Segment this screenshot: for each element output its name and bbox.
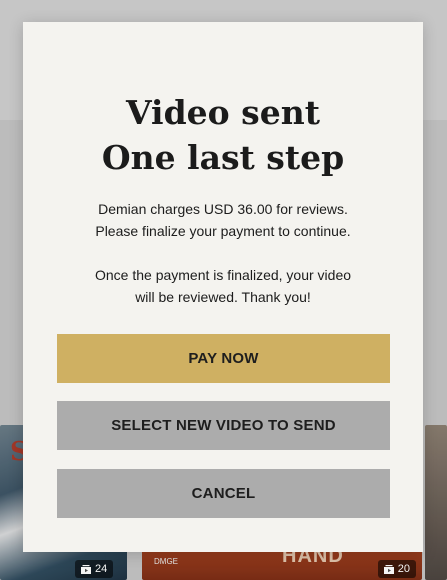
- modal-title-line1: Video sent: [126, 93, 320, 132]
- modal-title: Video sent One last step: [23, 90, 423, 180]
- review-message-line1: Once the payment is finalized, your vide…: [94, 267, 352, 283]
- charge-message-line1: Demian charges USD 36.00 for reviews.: [98, 201, 348, 217]
- cancel-button[interactable]: CANCEL: [57, 469, 390, 518]
- review-message-line2: will be reviewed. Thank you!: [135, 289, 311, 305]
- select-new-video-button[interactable]: SELECT NEW VIDEO TO SEND: [57, 401, 390, 450]
- modal-title-line2: One last step: [101, 138, 345, 177]
- charge-message: Demian charges USD 36.00 for reviews. Pl…: [23, 198, 423, 242]
- pay-now-button[interactable]: PAY NOW: [57, 334, 390, 383]
- review-message: Once the payment is finalized, your vide…: [23, 264, 423, 308]
- payment-modal: Video sent One last step Demian charges …: [23, 22, 423, 552]
- charge-message-line2: Please finalize your payment to continue…: [95, 223, 351, 239]
